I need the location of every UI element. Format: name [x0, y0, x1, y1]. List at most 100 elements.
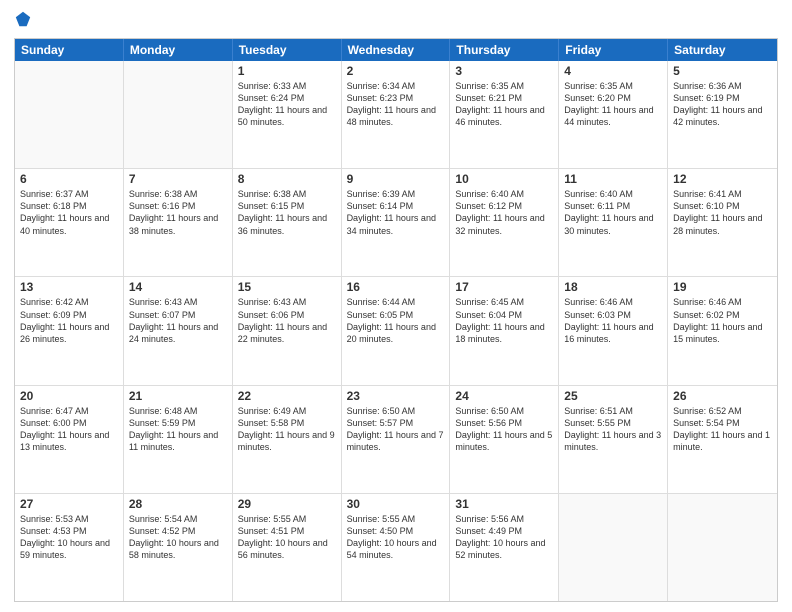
cell-info: Sunrise: 5:56 AM Sunset: 4:49 PM Dayligh… — [455, 513, 553, 562]
day-number: 5 — [673, 64, 772, 78]
calendar-cell: 15 Sunrise: 6:43 AM Sunset: 6:06 PM Dayli… — [233, 277, 342, 384]
day-number: 10 — [455, 172, 553, 186]
weekday-header: Tuesday — [233, 39, 342, 61]
calendar-body: 1 Sunrise: 6:33 AM Sunset: 6:24 PM Daylig… — [15, 61, 777, 601]
cell-info: Sunrise: 6:35 AM Sunset: 6:21 PM Dayligh… — [455, 80, 553, 129]
calendar-cell: 26Sunrise: 6:52 AM Sunset: 5:54 PM Dayli… — [668, 386, 777, 493]
cell-info: Sunrise: 6:40 AM Sunset: 6:12 PM Dayligh… — [455, 188, 553, 237]
day-number: 15 — [238, 280, 336, 294]
calendar-cell: 23 Sunrise: 6:50 AM Sunset: 5:57 PM Dayli… — [342, 386, 451, 493]
weekday-header: Wednesday — [342, 39, 451, 61]
page: SundayMondayTuesdayWednesdayThursdayFrid… — [0, 0, 792, 612]
day-number: 19 — [673, 280, 772, 294]
cell-info: Sunrise: 6:42 AM Sunset: 6:09 PM Dayligh… — [20, 296, 118, 345]
calendar-cell: 27 Sunrise: 5:53 AM Sunset: 4:53 PM Dayli… — [15, 494, 124, 601]
cell-info: Sunrise: 6:44 AM Sunset: 6:05 PM Dayligh… — [347, 296, 445, 345]
calendar-cell: 9 Sunrise: 6:39 AM Sunset: 6:14 PM Daylig… — [342, 169, 451, 276]
cell-info: Sunrise: 6:38 AM Sunset: 6:16 PM Dayligh… — [129, 188, 227, 237]
calendar-cell: 28Sunrise: 5:54 AM Sunset: 4:52 PM Dayli… — [124, 494, 233, 601]
cell-info: Sunrise: 6:45 AM Sunset: 6:04 PM Dayligh… — [455, 296, 553, 345]
calendar-cell: 17 Sunrise: 6:45 AM Sunset: 6:04 PM Dayli… — [450, 277, 559, 384]
calendar-cell: 8 Sunrise: 6:38 AM Sunset: 6:15 PM Daylig… — [233, 169, 342, 276]
day-number: 2 — [347, 64, 445, 78]
logo-icon — [14, 10, 32, 28]
calendar-row: 20 Sunrise: 6:47 AM Sunset: 6:00 PM Dayli… — [15, 386, 777, 494]
calendar-cell: 4 Sunrise: 6:35 AM Sunset: 6:20 PM Daylig… — [559, 61, 668, 168]
calendar-cell — [124, 61, 233, 168]
day-number: 12 — [673, 172, 772, 186]
day-number: 1 — [238, 64, 336, 78]
calendar-cell: 12Sunrise: 6:41 AM Sunset: 6:10 PM Dayli… — [668, 169, 777, 276]
calendar-cell: 18Sunrise: 6:46 AM Sunset: 6:03 PM Dayli… — [559, 277, 668, 384]
cell-info: Sunrise: 6:40 AM Sunset: 6:11 PM Dayligh… — [564, 188, 662, 237]
calendar-header: SundayMondayTuesdayWednesdayThursdayFrid… — [15, 39, 777, 61]
day-number: 4 — [564, 64, 662, 78]
cell-info: Sunrise: 6:43 AM Sunset: 6:07 PM Dayligh… — [129, 296, 227, 345]
day-number: 14 — [129, 280, 227, 294]
day-number: 31 — [455, 497, 553, 511]
cell-info: Sunrise: 6:46 AM Sunset: 6:03 PM Dayligh… — [564, 296, 662, 345]
calendar-cell — [668, 494, 777, 601]
day-number: 28 — [129, 497, 227, 511]
day-number: 11 — [564, 172, 662, 186]
calendar-cell: 2Sunrise: 6:34 AM Sunset: 6:23 PM Daylig… — [342, 61, 451, 168]
calendar-cell: 25 Sunrise: 6:51 AM Sunset: 5:55 PM Dayli… — [559, 386, 668, 493]
calendar-cell: 1 Sunrise: 6:33 AM Sunset: 6:24 PM Daylig… — [233, 61, 342, 168]
cell-info: Sunrise: 6:43 AM Sunset: 6:06 PM Dayligh… — [238, 296, 336, 345]
calendar-cell: 14 Sunrise: 6:43 AM Sunset: 6:07 PM Dayli… — [124, 277, 233, 384]
calendar-cell: 13 Sunrise: 6:42 AM Sunset: 6:09 PM Dayli… — [15, 277, 124, 384]
cell-info: Sunrise: 6:39 AM Sunset: 6:14 PM Dayligh… — [347, 188, 445, 237]
cell-info: Sunrise: 5:53 AM Sunset: 4:53 PM Dayligh… — [20, 513, 118, 562]
day-number: 9 — [347, 172, 445, 186]
calendar-cell: 5 Sunrise: 6:36 AM Sunset: 6:19 PM Daylig… — [668, 61, 777, 168]
calendar-cell: 11 Sunrise: 6:40 AM Sunset: 6:11 PM Dayli… — [559, 169, 668, 276]
day-number: 30 — [347, 497, 445, 511]
day-number: 23 — [347, 389, 445, 403]
day-number: 8 — [238, 172, 336, 186]
calendar-cell: 22 Sunrise: 6:49 AM Sunset: 5:58 PM Dayli… — [233, 386, 342, 493]
calendar-cell: 30 Sunrise: 5:55 AM Sunset: 4:50 PM Dayli… — [342, 494, 451, 601]
calendar-cell: 3 Sunrise: 6:35 AM Sunset: 6:21 PM Daylig… — [450, 61, 559, 168]
cell-info: Sunrise: 5:55 AM Sunset: 4:51 PM Dayligh… — [238, 513, 336, 562]
calendar-cell — [559, 494, 668, 601]
day-number: 3 — [455, 64, 553, 78]
calendar-cell: 6Sunrise: 6:37 AM Sunset: 6:18 PM Daylig… — [15, 169, 124, 276]
calendar-row: 6Sunrise: 6:37 AM Sunset: 6:18 PM Daylig… — [15, 169, 777, 277]
weekday-header: Friday — [559, 39, 668, 61]
day-number: 22 — [238, 389, 336, 403]
cell-info: Sunrise: 5:55 AM Sunset: 4:50 PM Dayligh… — [347, 513, 445, 562]
calendar-cell: 7 Sunrise: 6:38 AM Sunset: 6:16 PM Daylig… — [124, 169, 233, 276]
cell-info: Sunrise: 6:47 AM Sunset: 6:00 PM Dayligh… — [20, 405, 118, 454]
calendar-row: 13 Sunrise: 6:42 AM Sunset: 6:09 PM Dayli… — [15, 277, 777, 385]
calendar-cell — [15, 61, 124, 168]
cell-info: Sunrise: 6:50 AM Sunset: 5:57 PM Dayligh… — [347, 405, 445, 454]
calendar-row: 27 Sunrise: 5:53 AM Sunset: 4:53 PM Dayli… — [15, 494, 777, 601]
day-number: 16 — [347, 280, 445, 294]
calendar-cell: 16 Sunrise: 6:44 AM Sunset: 6:05 PM Dayli… — [342, 277, 451, 384]
day-number: 20 — [20, 389, 118, 403]
weekday-header: Monday — [124, 39, 233, 61]
cell-info: Sunrise: 6:38 AM Sunset: 6:15 PM Dayligh… — [238, 188, 336, 237]
weekday-header: Sunday — [15, 39, 124, 61]
day-number: 29 — [238, 497, 336, 511]
cell-info: Sunrise: 6:35 AM Sunset: 6:20 PM Dayligh… — [564, 80, 662, 129]
logo — [14, 10, 34, 30]
day-number: 13 — [20, 280, 118, 294]
cell-info: Sunrise: 6:33 AM Sunset: 6:24 PM Dayligh… — [238, 80, 336, 129]
day-number: 17 — [455, 280, 553, 294]
day-number: 27 — [20, 497, 118, 511]
cell-info: Sunrise: 6:48 AM Sunset: 5:59 PM Dayligh… — [129, 405, 227, 454]
calendar-cell: 20 Sunrise: 6:47 AM Sunset: 6:00 PM Dayli… — [15, 386, 124, 493]
day-number: 26 — [673, 389, 772, 403]
day-number: 7 — [129, 172, 227, 186]
cell-info: Sunrise: 6:51 AM Sunset: 5:55 PM Dayligh… — [564, 405, 662, 454]
calendar-cell: 24Sunrise: 6:50 AM Sunset: 5:56 PM Dayli… — [450, 386, 559, 493]
day-number: 21 — [129, 389, 227, 403]
day-number: 25 — [564, 389, 662, 403]
cell-info: Sunrise: 6:49 AM Sunset: 5:58 PM Dayligh… — [238, 405, 336, 454]
calendar-cell: 19Sunrise: 6:46 AM Sunset: 6:02 PM Dayli… — [668, 277, 777, 384]
cell-info: Sunrise: 6:50 AM Sunset: 5:56 PM Dayligh… — [455, 405, 553, 454]
calendar-cell: 21 Sunrise: 6:48 AM Sunset: 5:59 PM Dayli… — [124, 386, 233, 493]
day-number: 6 — [20, 172, 118, 186]
cell-info: Sunrise: 6:36 AM Sunset: 6:19 PM Dayligh… — [673, 80, 772, 129]
